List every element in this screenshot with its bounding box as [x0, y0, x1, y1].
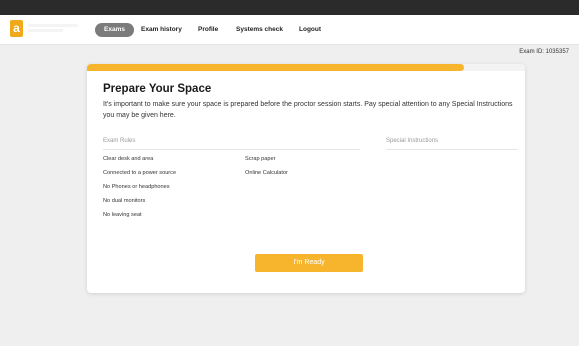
nav-exams[interactable]: Exams [95, 23, 134, 37]
nav-exam-history[interactable]: Exam history [141, 23, 182, 37]
rule-item: Connected to a power source [103, 170, 177, 176]
rule-item: No leaving seat [103, 212, 142, 218]
exam-rules-header: Exam Rules [103, 138, 360, 150]
nav-logout[interactable]: Logout [299, 23, 321, 37]
prepare-space-card: Prepare Your Space It's important to mak… [87, 64, 525, 293]
exam-id: Exam ID: 1035357 [519, 49, 569, 55]
description: It's important to make sure your space i… [103, 101, 513, 119]
rule-item: Scrap paper [245, 156, 276, 162]
rule-item: No Phones or headphones [103, 184, 170, 190]
special-instructions-header: Special Instructions [386, 138, 518, 150]
rule-item: No dual monitors [103, 198, 146, 204]
progress-fill [87, 64, 464, 71]
rule-item: Online Calculator [245, 170, 288, 176]
nav-systems-check[interactable]: Systems check [236, 23, 283, 37]
im-ready-button[interactable]: I'm Ready [255, 254, 363, 272]
logo-icon: a [10, 20, 23, 37]
progress-bar [87, 64, 525, 71]
top-bar [0, 0, 579, 15]
logo-wordmark [28, 24, 78, 32]
nav-profile[interactable]: Profile [198, 23, 218, 37]
navigation-bar: a Exams Exam history Profile Systems che… [0, 15, 579, 45]
page-title: Prepare Your Space [103, 83, 212, 95]
rule-item: Clear desk and area [103, 156, 154, 162]
